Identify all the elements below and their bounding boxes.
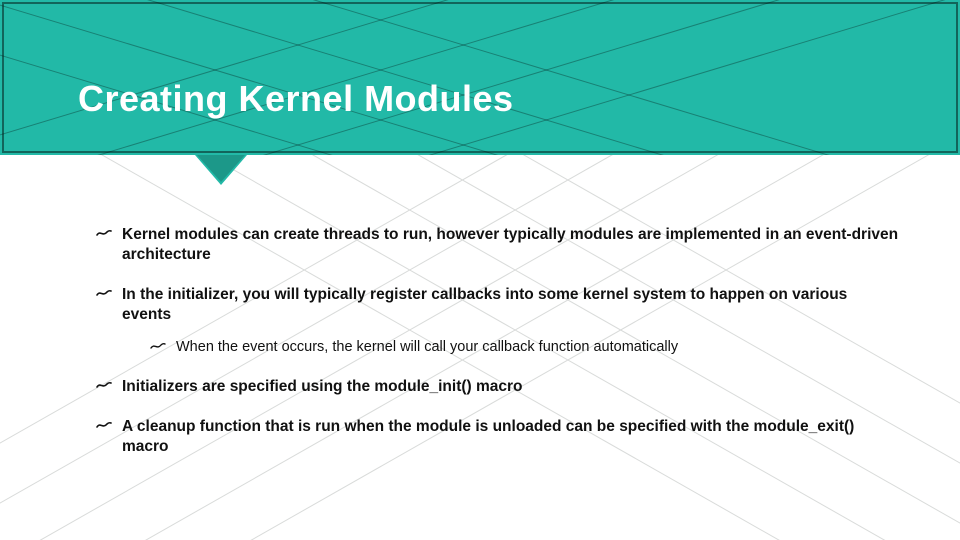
page-title: Creating Kernel Modules [78,78,514,120]
bullet-text: Kernel modules can create threads to run… [122,226,898,263]
slide: Creating Kernel Modules Kernel modules c… [0,0,960,540]
content-area: Kernel modules can create threads to run… [0,155,960,458]
bullet-item: Initializers are specified using the mod… [96,377,900,397]
sub-bullet-list: When the event occurs, the kernel will c… [150,338,900,358]
banner-pointer-icon [195,155,247,185]
bullet-item: In the initializer, you will typically r… [96,285,900,357]
sub-bullet-item: When the event occurs, the kernel will c… [150,338,900,358]
bullet-item: Kernel modules can create threads to run… [96,225,900,265]
bullet-text: In the initializer, you will typically r… [122,286,847,323]
bullet-text: Initializers are specified using the mod… [122,378,523,395]
bullet-item: A cleanup function that is run when the … [96,417,900,457]
bullet-text: A cleanup function that is run when the … [122,418,854,455]
title-banner: Creating Kernel Modules [0,0,960,155]
bullet-list: Kernel modules can create threads to run… [96,225,900,458]
